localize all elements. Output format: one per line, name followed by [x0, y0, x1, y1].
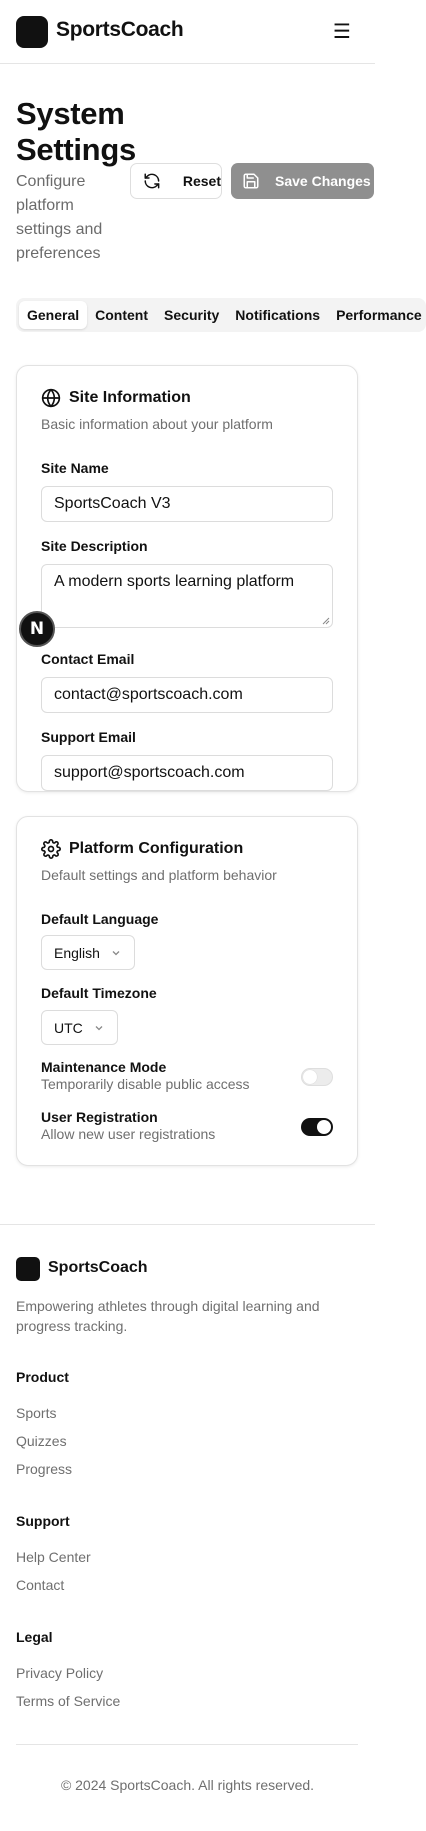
maintenance-mode-description: Temporarily disable public access: [41, 1076, 250, 1092]
default-timezone-select[interactable]: UTC: [41, 1010, 118, 1045]
site-information-card: Site Information Basic information about…: [16, 365, 358, 792]
footer-link-terms-of-service[interactable]: Terms of Service: [16, 1693, 120, 1709]
footer-brand: SportsCoach: [48, 1259, 148, 1276]
tab-content[interactable]: Content: [87, 301, 156, 329]
footer-product-heading: Product: [16, 1369, 69, 1385]
footer-support-heading: Support: [16, 1513, 70, 1529]
maintenance-mode-label: Maintenance Mode: [41, 1059, 167, 1075]
contact-email-input[interactable]: contact@sportscoach.com: [41, 677, 333, 713]
footer-bottom-divider: [16, 1744, 358, 1745]
globe-icon: [41, 388, 61, 408]
refresh-icon: [144, 173, 160, 189]
site-description-value: A modern sports learning platform: [54, 573, 295, 590]
support-email-input[interactable]: support@sportscoach.com: [41, 755, 333, 791]
save-label: Save Changes: [275, 173, 371, 189]
default-language-label: Default Language: [41, 911, 159, 927]
default-timezone-value: UTC: [54, 1019, 83, 1036]
footer-link-help-center[interactable]: Help Center: [16, 1549, 91, 1565]
save-changes-button[interactable]: Save Changes: [231, 163, 374, 199]
site-information-title: Site Information: [69, 389, 191, 406]
chevron-down-icon: [112, 950, 120, 955]
platform-configuration-card: Platform Configuration Default settings …: [16, 816, 358, 1166]
chevron-down-icon: [95, 1025, 103, 1030]
tab-general[interactable]: General: [19, 301, 88, 329]
support-email-label: Support Email: [41, 729, 136, 745]
footer-link-contact[interactable]: Contact: [16, 1577, 64, 1593]
reset-label: Reset: [182, 173, 221, 189]
default-language-value: English: [54, 944, 100, 961]
platform-configuration-title: Platform Configuration: [69, 840, 244, 857]
site-description-textarea[interactable]: A modern sports learning platform: [41, 564, 333, 628]
tab-performance[interactable]: Performance: [328, 301, 426, 329]
user-registration-toggle[interactable]: [301, 1118, 333, 1136]
page-title: System Settings: [16, 96, 136, 167]
top-header: SportsCoach ☰: [0, 0, 375, 64]
tab-security[interactable]: Security: [156, 301, 227, 329]
toggle-knob: [303, 1070, 317, 1084]
platform-configuration-subtitle: Default settings and platform behavior: [41, 867, 277, 883]
user-registration-label: User Registration: [41, 1109, 158, 1125]
site-name-input[interactable]: SportsCoach V3: [41, 486, 333, 522]
footer-divider: [0, 1224, 375, 1225]
contact-email-label: Contact Email: [41, 651, 135, 667]
settings-tabs: General Content Security Notifications P…: [16, 298, 426, 332]
copyright-text: © 2024 SportsCoach. All rights reserved.: [60, 1777, 315, 1793]
footer-link-sports[interactable]: Sports: [16, 1405, 56, 1421]
user-registration-description: Allow new user registrations: [41, 1126, 216, 1142]
site-description-label: Site Description: [41, 538, 148, 554]
hamburger-icon[interactable]: ☰: [330, 20, 354, 44]
resize-handle-icon[interactable]: [322, 617, 330, 625]
footer-link-quizzes[interactable]: Quizzes: [16, 1433, 67, 1449]
platform-configuration-heading: Platform Configuration: [41, 839, 243, 859]
site-name-label: Site Name: [41, 460, 109, 476]
gear-icon: [41, 839, 61, 859]
footer-link-progress[interactable]: Progress: [16, 1461, 72, 1477]
site-information-subtitle: Basic information about your platform: [41, 416, 273, 432]
page-subtitle: Configure platform settings and preferen…: [16, 173, 103, 262]
footer-logo: [16, 1257, 40, 1281]
default-language-select[interactable]: English: [41, 935, 135, 970]
footer-tagline: Empowering athletes through digital lear…: [16, 1298, 320, 1334]
maintenance-mode-toggle[interactable]: [301, 1068, 333, 1086]
reset-button[interactable]: Reset: [130, 163, 222, 199]
footer-link-privacy-policy[interactable]: Privacy Policy: [16, 1665, 103, 1681]
footer-legal-heading: Legal: [16, 1629, 53, 1645]
site-information-heading: Site Information: [41, 388, 191, 408]
brand-logo[interactable]: [16, 16, 48, 48]
tab-notifications[interactable]: Notifications: [227, 301, 328, 329]
default-timezone-label: Default Timezone: [41, 985, 157, 1001]
save-icon: [243, 173, 259, 189]
next-dev-indicator[interactable]: N: [19, 611, 55, 647]
brand-name[interactable]: SportsCoach: [56, 18, 184, 42]
toggle-knob: [317, 1120, 331, 1134]
